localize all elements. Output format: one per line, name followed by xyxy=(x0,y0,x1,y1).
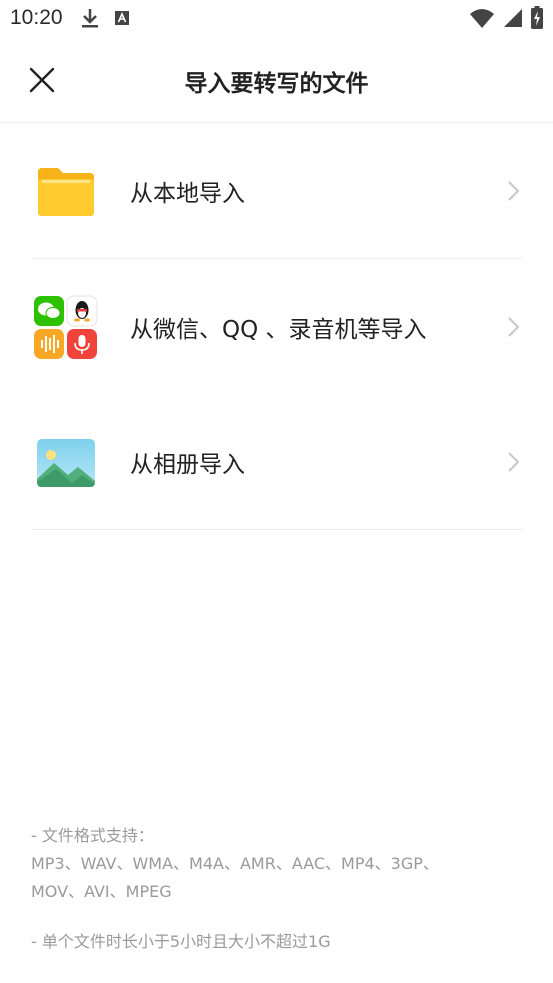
status-bar: 10:20 xyxy=(0,0,553,38)
chevron-right-icon xyxy=(508,180,520,201)
signal-icon xyxy=(504,9,522,27)
size-limit-note: - 单个文件时长小于5小时且大小不超过1G xyxy=(31,932,331,951)
import-local-option[interactable]: 从本地导入 xyxy=(32,123,522,259)
download-icon xyxy=(82,9,98,28)
option-label: 从本地导入 xyxy=(130,180,245,207)
chevron-right-icon xyxy=(508,451,520,472)
chevron-right-icon xyxy=(508,316,520,337)
option-label: 从相册导入 xyxy=(130,451,245,478)
format-heading: - 文件格式支持： xyxy=(31,826,154,845)
battery-icon xyxy=(531,6,543,29)
status-right-icons xyxy=(469,6,543,30)
gallery-icon xyxy=(32,429,98,495)
app-header: 导入要转写的文件 xyxy=(0,38,553,123)
import-gallery-option[interactable]: 从相册导入 xyxy=(32,394,522,530)
page-title: 导入要转写的文件 xyxy=(184,71,369,97)
formats-line: MP3、WAV、WMA、M4A、AMR、AAC、MP4、3GP、 xyxy=(31,854,439,873)
formats-line: MOV、AVI、MPEG xyxy=(31,882,172,901)
supported-formats-notes: - 文件格式支持： MP3、WAV、WMA、M4A、AMR、AAC、MP4、3G… xyxy=(31,822,521,956)
app-grid-icon xyxy=(32,294,98,360)
option-label: 从微信、QQ 、录音机等导入 xyxy=(130,316,427,343)
import-option-list: 从本地导入 从微信、QQ 、录音机等导入 从相册导入 xyxy=(32,123,522,530)
status-left-icons xyxy=(80,6,132,30)
font-icon xyxy=(115,11,129,25)
status-time: 10:20 xyxy=(10,6,63,29)
folder-icon xyxy=(32,158,98,224)
wifi-icon xyxy=(470,9,494,28)
import-apps-option[interactable]: 从微信、QQ 、录音机等导入 xyxy=(32,259,522,394)
